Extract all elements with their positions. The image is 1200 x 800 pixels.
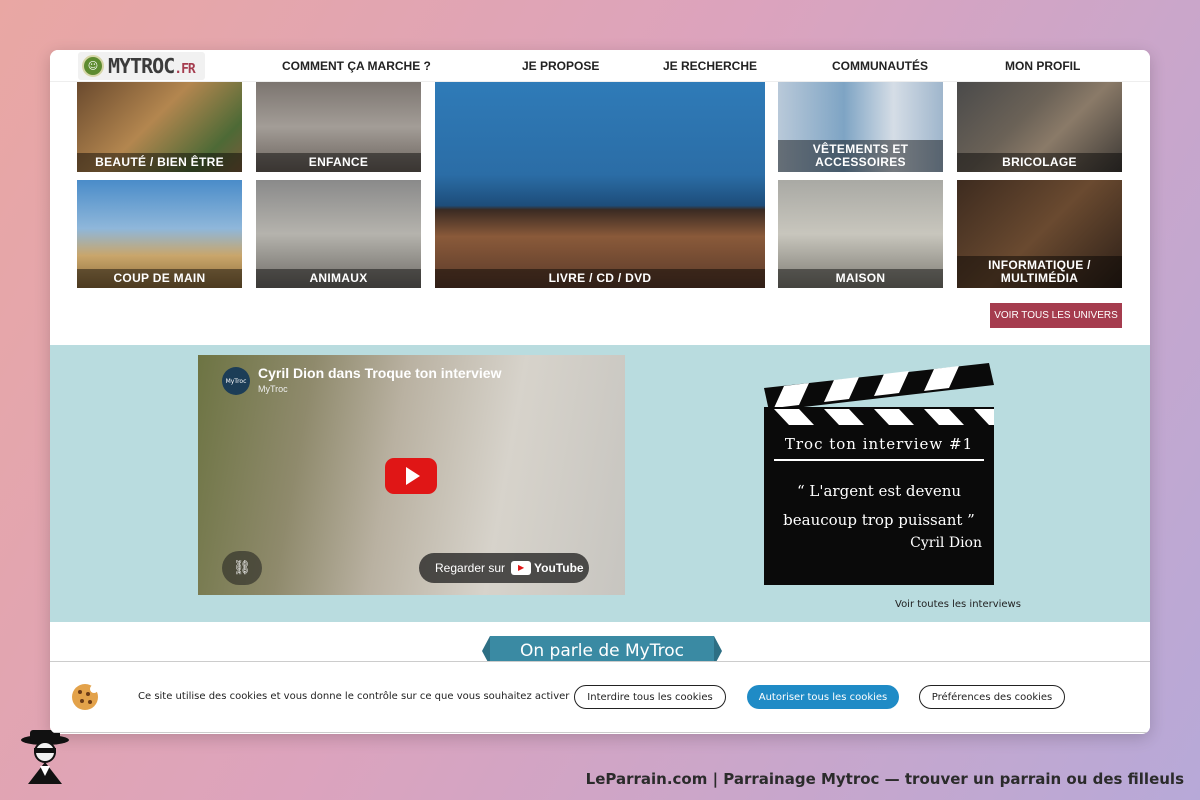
youtube-play-icon: ▶: [511, 561, 532, 575]
cookie-message: Ce site utilise des cookies et vous donn…: [138, 691, 570, 702]
category-tile-coup-de-main[interactable]: COUP DE MAIN: [77, 180, 242, 288]
interview-quote: “ L'argent est devenu beaucoup trop puis…: [783, 482, 975, 529]
category-label: ENFANCE: [256, 153, 421, 172]
browser-frame: ☺ MYTROC.FR COMMENT ÇA MARCHE ? JE PROPO…: [50, 50, 1150, 734]
nav-mon-profil[interactable]: MON PROFIL: [1005, 59, 1080, 73]
category-tile-maison[interactable]: MAISON: [778, 180, 943, 288]
category-label: VÊTEMENTS ET ACCESSOIRES: [778, 140, 943, 172]
category-label: BEAUTÉ / BIEN ÊTRE: [77, 153, 242, 172]
category-tile-vetements[interactable]: VÊTEMENTS ET ACCESSOIRES: [778, 82, 943, 172]
category-tile-enfance[interactable]: ENFANCE: [256, 82, 421, 172]
allow-cookies-button[interactable]: Autoriser tous les cookies: [747, 685, 899, 709]
logo-text: MYTROC.FR: [108, 54, 196, 78]
top-navigation: ☺ MYTROC.FR COMMENT ÇA MARCHE ? JE PROPO…: [50, 50, 1150, 82]
video-channel: MyTroc: [258, 384, 288, 394]
category-label: INFORMATIQUE / MULTIMÉDIA: [957, 256, 1122, 288]
play-button[interactable]: [385, 458, 437, 494]
interview-author: Cyril Dion: [910, 535, 982, 551]
category-tile-informatique[interactable]: INFORMATIQUE / MULTIMÉDIA: [957, 180, 1122, 288]
category-tile-bricolage[interactable]: BRICOLAGE: [957, 82, 1122, 172]
parrain-spy-icon: [21, 730, 69, 784]
clapper-board: Troc ton interview #1 “ L'argent est dev…: [764, 425, 994, 585]
cookie-consent-bar: Ce site utilise des cookies et vous donn…: [50, 661, 1150, 733]
clapperboard-graphic: Troc ton interview #1 “ L'argent est dev…: [764, 363, 994, 585]
nav-je-recherche[interactable]: JE RECHERCHE: [663, 59, 757, 73]
footer-caption: LeParrain.com | Parrainage Mytroc — trou…: [585, 770, 1184, 788]
category-label: COUP DE MAIN: [77, 269, 242, 288]
clapper-divider: [774, 459, 984, 461]
voir-toutes-interviews-link[interactable]: Voir toutes les interviews: [895, 599, 1021, 610]
category-tile-beaute[interactable]: BEAUTÉ / BIEN ÊTRE: [77, 82, 242, 172]
category-label: BRICOLAGE: [957, 153, 1122, 172]
copy-link-icon[interactable]: ⛓: [222, 551, 262, 585]
cookie-preferences-button[interactable]: Préférences des cookies: [919, 685, 1065, 709]
youtube-video-player[interactable]: MyTroc Cyril Dion dans Troque ton interv…: [198, 355, 625, 595]
nav-communautes[interactable]: COMMUNAUTÉS: [832, 59, 928, 73]
nav-comment-ca-marche[interactable]: COMMENT ÇA MARCHE ?: [282, 59, 431, 73]
category-label: LIVRE / CD / DVD: [435, 269, 765, 288]
interview-section: MyTroc Cyril Dion dans Troque ton interv…: [50, 345, 1150, 622]
category-tile-livre[interactable]: LIVRE / CD / DVD: [435, 82, 765, 288]
channel-avatar[interactable]: MyTroc: [222, 367, 250, 395]
clapper-title: Troc ton interview #1: [784, 435, 974, 453]
category-label: ANIMAUX: [256, 269, 421, 288]
logo-mascot-icon: ☺: [82, 55, 104, 77]
category-tile-animaux[interactable]: ANIMAUX: [256, 180, 421, 288]
nav-je-propose[interactable]: JE PROPOSE: [522, 59, 599, 73]
clapper-stripes: [764, 363, 994, 427]
video-title[interactable]: Cyril Dion dans Troque ton interview: [258, 365, 501, 381]
category-label: MAISON: [778, 269, 943, 288]
cookie-icon: [72, 684, 98, 710]
voir-tous-univers-button[interactable]: VOIR TOUS LES UNIVERS: [990, 303, 1122, 328]
watch-on-youtube-button[interactable]: Regarder sur ▶ YouTube: [419, 553, 589, 583]
site-logo[interactable]: ☺ MYTROC.FR: [78, 52, 205, 80]
deny-cookies-button[interactable]: Interdire tous les cookies: [574, 685, 726, 709]
